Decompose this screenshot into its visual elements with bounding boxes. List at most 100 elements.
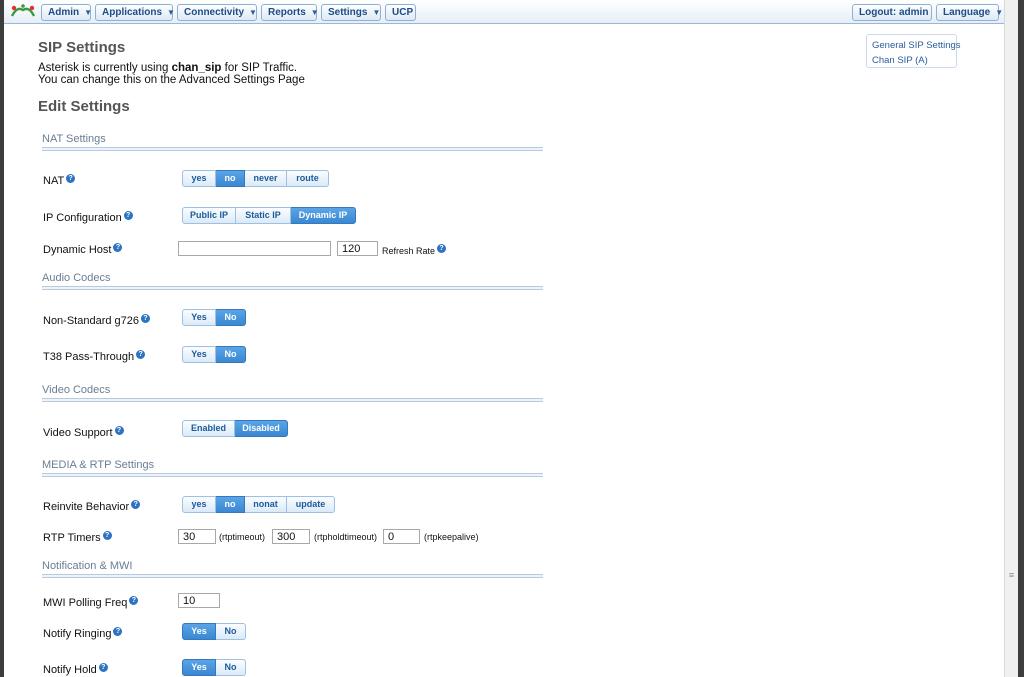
help-icon[interactable]: ?: [131, 500, 141, 509]
help-icon[interactable]: ?: [437, 244, 447, 253]
notify-hold-toggle: Yes No: [182, 659, 246, 676]
ip-configuration-label: IP Configuration?: [43, 211, 133, 224]
g726-option-yes[interactable]: Yes: [182, 309, 216, 326]
chevron-down-icon: ▼: [995, 8, 1004, 17]
top-nav-bar: Admin ▼ Applications ▼ Connectivity ▼ Repor…: [4, 0, 1004, 24]
g726-option-no[interactable]: No: [216, 309, 246, 326]
language-menu-button[interactable]: Language ▼: [936, 4, 1003, 21]
freepbx-logo-icon[interactable]: [9, 2, 37, 22]
notify-hold-label-text: Notify Hold: [43, 664, 97, 676]
section-nat-settings: NAT Settings: [42, 133, 544, 151]
video-support-label: Video Support?: [43, 426, 124, 439]
ipconfig-option-dynamic[interactable]: Dynamic IP: [291, 207, 356, 224]
logout-label: Logout: admin: [859, 7, 929, 18]
nat-toggle: yes no never route: [182, 170, 329, 187]
ipconfig-option-public[interactable]: Public IP: [182, 207, 236, 224]
nat-option-route[interactable]: route: [287, 170, 329, 187]
applications-menu-button[interactable]: Applications ▼: [95, 4, 175, 21]
dynamic-host-label-text: Dynamic Host: [43, 244, 112, 256]
rtpkeepalive-input[interactable]: [383, 529, 420, 544]
help-icon[interactable]: ?: [136, 350, 146, 359]
vertical-scrollbar[interactable]: ≡: [1004, 0, 1018, 677]
g726-label: Non-Standard g726?: [43, 314, 151, 327]
g726-toggle: Yes No: [182, 309, 246, 326]
nat-option-never[interactable]: never: [245, 170, 287, 187]
reinvite-option-nonat[interactable]: nonat: [245, 496, 287, 513]
nat-label: NAT?: [43, 174, 76, 187]
mwi-polling-input[interactable]: [178, 593, 220, 608]
ringing-option-yes[interactable]: Yes: [182, 623, 216, 640]
ucp-label: UCP: [392, 7, 414, 18]
reinvite-option-no[interactable]: no: [216, 496, 245, 513]
general-sip-settings-link[interactable]: General SIP Settings: [872, 38, 961, 53]
t38-toggle: Yes No: [182, 346, 246, 363]
section-divider: [42, 398, 543, 402]
logout-button[interactable]: Logout: admin: [852, 4, 932, 21]
refresh-rate-input[interactable]: [337, 241, 378, 256]
connectivity-menu-button[interactable]: Connectivity ▼: [177, 4, 257, 21]
ucp-button[interactable]: UCP: [385, 4, 416, 21]
admin-menu-button[interactable]: Admin ▼: [41, 4, 92, 21]
ipconfig-option-static[interactable]: Static IP: [236, 207, 291, 224]
help-icon[interactable]: ?: [129, 596, 139, 605]
intro-driver: chan_sip: [171, 62, 222, 74]
nat-option-yes[interactable]: yes: [182, 170, 216, 187]
page-title: SIP Settings: [38, 39, 126, 56]
section-title: Notification & MWI: [42, 560, 133, 572]
ringing-option-no[interactable]: No: [216, 623, 246, 640]
help-icon[interactable]: ?: [66, 174, 76, 183]
window-edge: [1018, 0, 1024, 677]
notify-ringing-toggle: Yes No: [182, 623, 246, 640]
section-audio-codecs: Audio Codecs: [42, 272, 544, 290]
settings-menu-label: Settings: [328, 7, 368, 18]
help-icon[interactable]: ?: [113, 243, 123, 252]
section-title: Video Codecs: [42, 384, 111, 396]
video-support-toggle: Enabled Disabled: [182, 420, 288, 437]
section-divider: [42, 286, 543, 290]
rtptimeout-input[interactable]: [178, 529, 216, 544]
chan-sip-link[interactable]: Chan SIP (A): [872, 53, 951, 68]
help-icon[interactable]: ?: [98, 663, 108, 672]
nat-option-no[interactable]: no: [216, 170, 245, 187]
chevron-down-icon: ▼: [249, 8, 257, 17]
reinvite-behavior-label: Reinvite Behavior?: [43, 500, 141, 513]
notify-hold-label: Notify Hold?: [43, 663, 108, 676]
notify-ringing-label: Notify Ringing?: [43, 627, 123, 640]
section-divider: [42, 147, 543, 151]
chevron-down-icon: ▼: [372, 8, 381, 17]
reinvite-option-yes[interactable]: yes: [182, 496, 216, 513]
intro-suffix: for SIP Traffic.: [221, 62, 298, 74]
mwi-polling-label-text: MWI Polling Freq: [43, 597, 128, 609]
intro-text: Asterisk is currently using chan_sip for…: [38, 62, 305, 86]
section-divider: [42, 473, 543, 477]
video-option-enabled[interactable]: Enabled: [182, 420, 235, 437]
rtpholdtimeout-input[interactable]: [272, 529, 310, 544]
intro-line-2: You can change this on the Advanced Sett…: [38, 74, 305, 86]
refresh-rate-label: Refresh Rate?: [382, 244, 447, 256]
help-icon[interactable]: ?: [102, 531, 112, 540]
section-title: MEDIA & RTP Settings: [42, 459, 155, 471]
dynamic-host-input[interactable]: [178, 241, 331, 256]
t38-label-text: T38 Pass-Through: [43, 351, 135, 363]
reports-menu-button[interactable]: Reports ▼: [261, 4, 319, 21]
t38-option-no[interactable]: No: [216, 346, 246, 363]
t38-option-yes[interactable]: Yes: [182, 346, 216, 363]
t38-label: T38 Pass-Through?: [43, 350, 146, 363]
section-title: Audio Codecs: [42, 272, 111, 284]
help-icon[interactable]: ?: [113, 627, 123, 636]
section-title: NAT Settings: [42, 133, 106, 145]
g726-label-text: Non-Standard g726: [43, 315, 140, 327]
reinvite-option-update[interactable]: update: [287, 496, 335, 513]
help-icon[interactable]: ?: [141, 314, 151, 323]
ip-configuration-label-text: IP Configuration: [43, 212, 122, 224]
hold-option-no[interactable]: No: [216, 659, 246, 676]
section-notification-mwi: Notification & MWI: [42, 560, 544, 578]
settings-menu-button[interactable]: Settings ▼: [321, 4, 381, 21]
help-icon[interactable]: ?: [123, 211, 133, 220]
intro-prefix: Asterisk is currently using: [38, 62, 172, 74]
video-option-disabled[interactable]: Disabled: [235, 420, 288, 437]
reinvite-behavior-label-text: Reinvite Behavior: [43, 501, 130, 513]
hold-option-yes[interactable]: Yes: [182, 659, 216, 676]
scrollbar-grip-icon[interactable]: ≡: [1008, 571, 1015, 580]
help-icon[interactable]: ?: [114, 426, 124, 435]
